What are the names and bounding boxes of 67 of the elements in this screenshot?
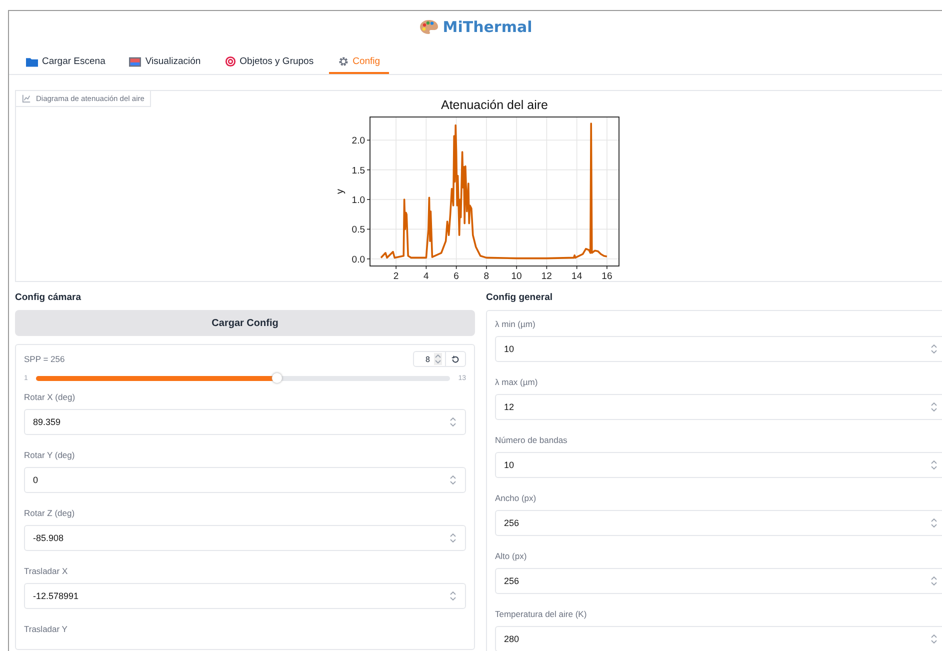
field-label: Rotar X (deg) [24, 391, 76, 404]
field-label: Rotar Z (deg) [24, 507, 76, 520]
spinner-icon[interactable] [930, 517, 938, 529]
x-tick-label: 10 [510, 271, 522, 282]
tab[interactable]: Visualización [120, 52, 210, 74]
number-field[interactable]: 10 [495, 452, 942, 478]
y-tick-label: 1.0 [351, 195, 364, 206]
field-label: Rotar Y (deg) [24, 449, 76, 462]
app-title: MiThermal [442, 18, 532, 36]
spinner-icon[interactable] [449, 590, 457, 602]
spinner-icon[interactable] [434, 353, 442, 365]
spinner-icon[interactable] [930, 401, 938, 413]
y-tick-label: 0.0 [351, 254, 364, 266]
number-input[interactable]: 8 [412, 351, 446, 367]
section-heading: Config general [486, 291, 554, 305]
x-tick-label: 14 [571, 271, 582, 282]
number-field[interactable]: 280 [495, 626, 942, 651]
spinner-icon[interactable] [930, 633, 938, 645]
field-label: Número de bandas [495, 434, 568, 447]
reset-button[interactable] [446, 351, 466, 367]
field-label: λ max (µm) [495, 376, 539, 389]
number-field[interactable]: 89.359 [24, 409, 466, 435]
x-tick-label: 6 [453, 271, 458, 282]
y-tick-label: 1.5 [351, 165, 364, 176]
x-tick-label: 4 [423, 271, 428, 282]
palette-icon [418, 19, 439, 35]
number-field[interactable]: -85.908 [24, 525, 466, 551]
number-field[interactable]: 256 [495, 568, 942, 594]
field-label: λ min (µm) [495, 318, 536, 331]
number-field[interactable]: 0 [24, 467, 466, 493]
field-label: Trasladar Y [24, 623, 68, 636]
y-tick-label: 2.0 [351, 136, 364, 147]
x-tick-label: 16 [601, 271, 612, 282]
chart-icon [22, 94, 31, 103]
picture-icon [129, 56, 142, 66]
section-heading: Config cámara [15, 291, 82, 305]
number-field[interactable]: -12.578991 [24, 583, 466, 609]
x-tick-label: 2 [392, 271, 398, 282]
y-tick-label: 0.5 [351, 224, 364, 236]
spinner-icon[interactable] [930, 343, 938, 355]
gear-icon [338, 56, 349, 67]
slider-label: SPP = 256 [24, 353, 66, 366]
field-label: Temperatura del aire (K) [495, 608, 588, 621]
slider-thumb[interactable] [272, 373, 282, 383]
number-field[interactable]: 256 [495, 510, 942, 536]
reset-icon [451, 354, 460, 364]
number-value: 8 [426, 354, 430, 364]
chart-title: Atenuación del aire [440, 98, 548, 112]
field-label: Ancho (px) [495, 492, 538, 505]
field-label: Trasladar X [24, 565, 69, 578]
tab[interactable]: Objetos y Grupos [216, 52, 323, 74]
number-field[interactable]: 10 [495, 336, 942, 362]
load-config-button[interactable]: Cargar Config [15, 310, 475, 336]
number-field[interactable]: 12 [495, 394, 942, 420]
folder-icon [26, 56, 38, 66]
spinner-icon[interactable] [449, 532, 457, 544]
spinner-icon[interactable] [449, 416, 457, 428]
spinner-icon[interactable] [930, 459, 938, 471]
x-tick-label: 8 [483, 271, 489, 282]
x-tick-label: 12 [540, 271, 552, 282]
target-icon [224, 56, 236, 67]
slider-track[interactable] [36, 376, 450, 381]
field-label: Alto (px) [495, 550, 528, 563]
tab[interactable]: Cargar Escena [17, 52, 114, 74]
y-axis-label: y [334, 189, 346, 194]
spinner-icon[interactable] [449, 474, 457, 486]
spinner-icon[interactable] [930, 575, 938, 587]
